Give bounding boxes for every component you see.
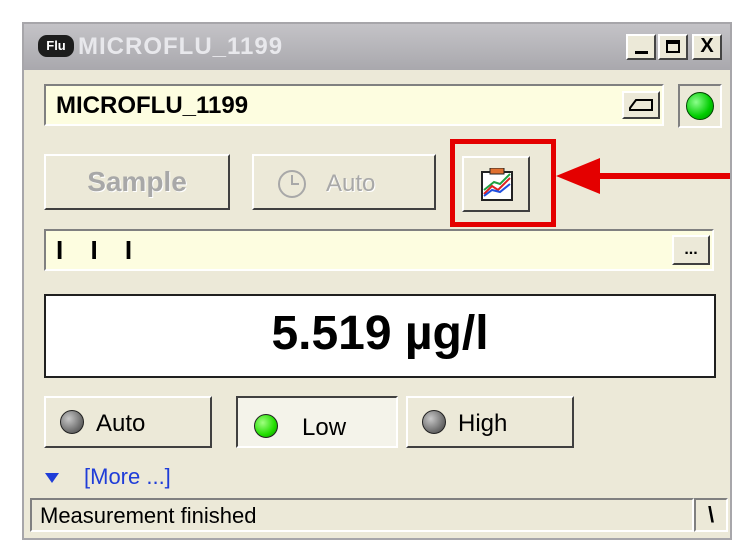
reading-display: 5.519 µg/l <box>44 294 716 378</box>
led-off-icon <box>422 410 446 434</box>
more-link[interactable]: [More ...] <box>84 464 171 490</box>
led-on-icon <box>254 414 278 438</box>
maximize-button[interactable] <box>658 34 688 60</box>
range-high-button[interactable]: High <box>406 396 574 448</box>
sequence-browse-button[interactable]: ... <box>672 235 710 265</box>
window-title: MICROFLU_1199 <box>78 33 284 60</box>
sequence-field[interactable]: I I I ... <box>44 229 714 271</box>
sample-button[interactable]: Sample <box>44 154 230 210</box>
device-name-field[interactable]: MICROFLU_1199 <box>44 84 664 126</box>
title-bar[interactable]: Flu MICROFLU_1199 X <box>24 24 730 70</box>
pointer-arrow-icon <box>556 158 730 194</box>
range-auto-label: Auto <box>96 410 146 437</box>
app-icon[interactable]: Flu <box>38 35 74 57</box>
auto-measure-label: Auto <box>326 170 376 197</box>
resize-grip-icon[interactable]: \ <box>694 498 728 532</box>
sequence-value: I I I <box>56 235 143 265</box>
led-off-icon <box>60 410 84 434</box>
auto-measure-button[interactable]: Auto <box>252 154 436 210</box>
triangle-down-icon <box>45 473 59 483</box>
highlight-box <box>450 139 556 227</box>
connect-icon <box>629 99 653 111</box>
device-name: MICROFLU_1199 <box>56 92 249 119</box>
minimize-button[interactable] <box>626 34 656 60</box>
close-button[interactable]: X <box>692 34 722 60</box>
status-led-icon <box>686 92 714 120</box>
connect-button[interactable] <box>622 91 660 119</box>
status-text: Measurement finished <box>40 503 257 528</box>
range-high-label: High <box>458 410 508 437</box>
microflu-window: Flu MICROFLU_1199 X MICROFLU_1199 Sample… <box>22 22 732 540</box>
connection-status <box>678 84 722 128</box>
range-auto-button[interactable]: Auto <box>44 396 212 448</box>
range-low-label: Low <box>302 414 347 441</box>
maximize-icon <box>666 40 680 53</box>
status-bar: Measurement finished <box>30 498 694 532</box>
minimize-icon <box>635 51 648 54</box>
close-icon: X <box>700 35 714 57</box>
range-low-button[interactable]: Low <box>236 396 398 448</box>
reading-value: 5.519 µg/l <box>271 307 489 360</box>
clock-icon <box>278 170 306 198</box>
